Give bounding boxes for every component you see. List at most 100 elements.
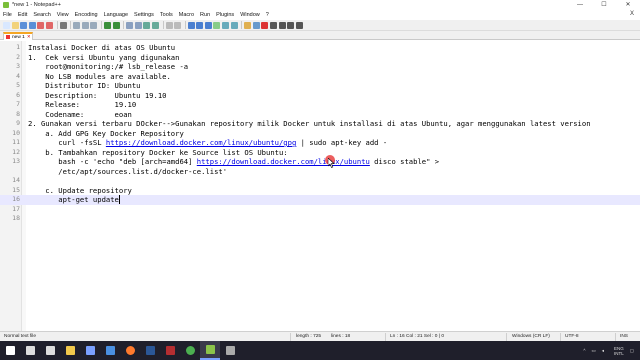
editor-line[interactable]: 7 Release: 19.10: [0, 100, 640, 110]
editor-line[interactable]: 6 Description: Ubuntu 19.10: [0, 91, 640, 101]
all-chars-icon[interactable]: [196, 21, 204, 29]
editor-line[interactable]: 4 No LSB modules are available.: [0, 72, 640, 82]
maximize-button[interactable]: ☐: [592, 0, 616, 10]
folder-workspace-icon[interactable]: [244, 21, 252, 29]
menu-plugins[interactable]: Plugins: [216, 12, 234, 18]
firefox-icon[interactable]: [120, 341, 140, 360]
sync-v-icon[interactable]: [165, 21, 173, 29]
tab-close-icon[interactable]: ✕: [27, 34, 31, 40]
cut-icon[interactable]: [73, 21, 81, 29]
menu-view[interactable]: View: [57, 12, 69, 18]
chevron-up-icon[interactable]: ^: [583, 348, 585, 353]
store-icon[interactable]: [80, 341, 100, 360]
text-segment: Instalasi Docker di atas OS Ubuntu: [28, 43, 176, 52]
record-macro-icon[interactable]: [261, 21, 269, 29]
word-icon[interactable]: [140, 341, 160, 360]
stop-macro-icon[interactable]: [270, 21, 278, 29]
input-language[interactable]: ENG INTL: [614, 346, 624, 356]
line-text: Release: 19.10: [28, 100, 136, 110]
task-view-icon[interactable]: [40, 341, 60, 360]
close-all-icon[interactable]: [45, 21, 53, 29]
windows-taskbar: ^ ▭ ◂ ENG INTL ▢: [0, 341, 640, 360]
menu-macro[interactable]: Macro: [179, 12, 194, 18]
close-icon[interactable]: [37, 21, 45, 29]
line-text: No LSB modules are available.: [28, 72, 171, 82]
play-macro-icon[interactable]: [278, 21, 286, 29]
menu-run[interactable]: Run: [200, 12, 210, 18]
redo-icon[interactable]: [112, 21, 120, 29]
line-number: 10: [12, 128, 20, 137]
editor-line[interactable]: 15 c. Update repository: [0, 186, 640, 196]
editor-line[interactable]: 11 curl -fsSL https://download.docker.co…: [0, 138, 640, 148]
replace-icon[interactable]: [134, 21, 142, 29]
new-file-icon[interactable]: [3, 21, 10, 29]
network-icon[interactable]: ▭: [591, 348, 595, 354]
notification-icon[interactable]: ▢: [630, 348, 634, 354]
editor-line[interactable]: 3 root@monitoring:/# lsb_release -a: [0, 62, 640, 72]
editor-line[interactable]: 13 bash -c 'echo "deb [arch=amd64] https…: [0, 157, 640, 167]
editor-line[interactable]: 9 2. Gunakan versi terbaru DOcker-->Gunak…: [0, 119, 640, 129]
chrome-icon[interactable]: [180, 341, 200, 360]
editor-line[interactable]: 1 Instalasi Docker di atas OS Ubuntu: [0, 43, 640, 53]
print-icon[interactable]: [59, 21, 67, 29]
open-file-icon[interactable]: [11, 21, 19, 29]
word-wrap-icon[interactable]: [187, 21, 195, 29]
editor-line[interactable]: 10 a. Add GPG Key Docker Repository: [0, 129, 640, 139]
editor-line[interactable]: /etc/apt/sources.list.d/docker-ce.list': [0, 167, 640, 177]
sync-h-icon[interactable]: [174, 21, 182, 29]
copy-icon[interactable]: [81, 21, 89, 29]
paste-icon[interactable]: [90, 21, 98, 29]
editor-line[interactable]: 16 apt-get update: [0, 195, 640, 205]
indent-guide-icon[interactable]: [204, 21, 212, 29]
editor-line[interactable]: 8 Codename: eoan: [0, 110, 640, 120]
window-title: *new 1 - Notepad++: [12, 2, 61, 8]
terminal-icon[interactable]: [220, 341, 240, 360]
volume-icon[interactable]: ◂: [602, 348, 604, 354]
menu-tools[interactable]: Tools: [160, 12, 173, 18]
windows-start-icon[interactable]: [0, 341, 20, 360]
menu-window[interactable]: Window: [240, 12, 260, 18]
save-all-icon[interactable]: [28, 21, 36, 29]
text-editor[interactable]: 1 Instalasi Docker di atas OS Ubuntu 2 1. C…: [0, 41, 640, 331]
menu-settings[interactable]: Settings: [134, 12, 154, 18]
tab-new-1[interactable]: new 1 ✕: [3, 32, 33, 40]
editor-line[interactable]: 12 b. Tambahkan repository Docker ke Sou…: [0, 148, 640, 158]
hyperlink[interactable]: https://download.docker.com/linux/ubuntu: [197, 157, 370, 166]
editor-line[interactable]: 14: [0, 176, 640, 186]
firefox-glyph: [125, 346, 135, 355]
zoom-out-icon[interactable]: [151, 21, 159, 29]
mail-icon[interactable]: [100, 341, 120, 360]
line-number: 15: [12, 185, 20, 194]
tab-label: new 1: [12, 34, 25, 40]
filezilla-icon[interactable]: [160, 341, 180, 360]
minimize-button[interactable]: —: [568, 0, 592, 10]
run-macro-multiple-icon[interactable]: [287, 21, 295, 29]
search-icon[interactable]: [20, 341, 40, 360]
status-encoding[interactable]: UTF-8: [565, 334, 579, 339]
menu-encoding[interactable]: Encoding: [75, 12, 98, 18]
function-list-icon[interactable]: [230, 21, 238, 29]
hyperlink[interactable]: https://download.docker.com/linux/ubuntu…: [106, 138, 296, 147]
udl-icon[interactable]: [213, 21, 221, 29]
close-document-button[interactable]: X: [630, 11, 634, 17]
save-icon[interactable]: [20, 21, 28, 29]
monitor-icon[interactable]: [252, 21, 260, 29]
editor-line[interactable]: 2 1. Cek versi Ubuntu yang digunakan: [0, 53, 640, 63]
menu-search[interactable]: Search: [33, 12, 50, 18]
menu-file[interactable]: File: [3, 12, 12, 18]
menu-help[interactable]: ?: [266, 12, 269, 18]
undo-icon[interactable]: [103, 21, 111, 29]
notepadpp-icon[interactable]: [200, 341, 220, 360]
find-icon[interactable]: [126, 21, 134, 29]
zoom-in-icon[interactable]: [143, 21, 151, 29]
menu-edit[interactable]: Edit: [18, 12, 27, 18]
close-window-button[interactable]: ✕: [616, 0, 640, 10]
doc-map-icon[interactable]: [222, 21, 230, 29]
editor-line[interactable]: 18: [0, 214, 640, 224]
status-eol[interactable]: Windows (CR LF): [512, 334, 550, 339]
editor-line[interactable]: 17: [0, 205, 640, 215]
save-macro-icon[interactable]: [295, 21, 303, 29]
menu-language[interactable]: Language: [104, 12, 128, 18]
file-explorer-icon[interactable]: [60, 341, 80, 360]
editor-line[interactable]: 5 Distributor ID: Ubuntu: [0, 81, 640, 91]
